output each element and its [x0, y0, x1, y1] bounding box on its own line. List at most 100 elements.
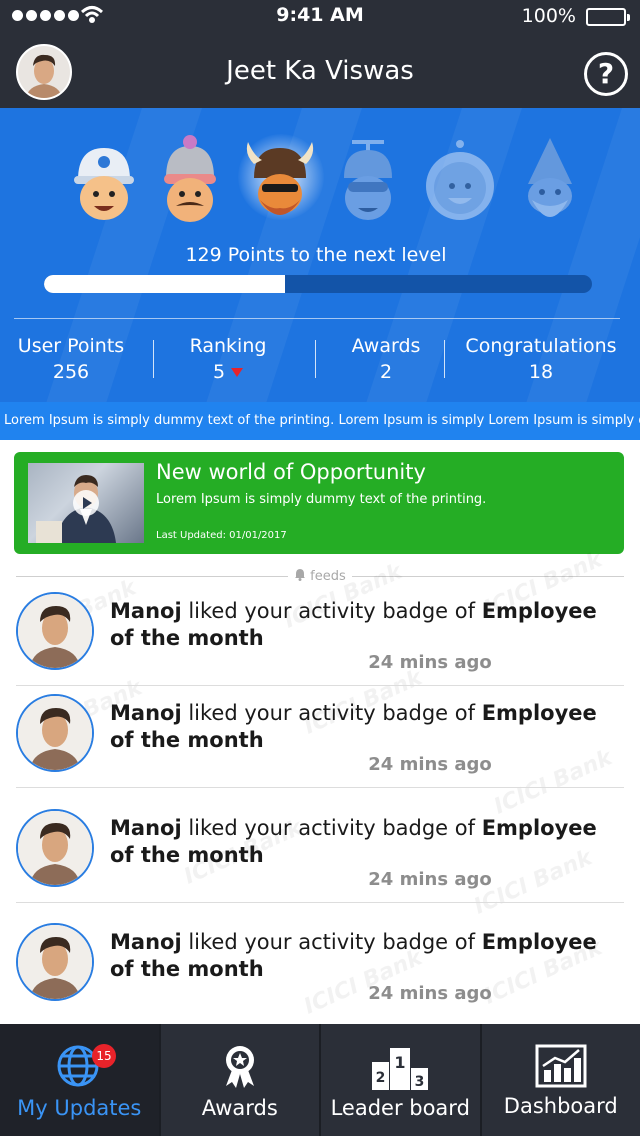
- stat-divider: [444, 340, 445, 378]
- status-bar: 9:41 AM 100%: [0, 0, 640, 34]
- feed-action: liked your activity badge of: [181, 930, 482, 954]
- feed-message: Manoj liked your activity badge of Emplo…: [110, 700, 620, 754]
- stat-awards[interactable]: Awards 2: [321, 335, 451, 383]
- feed-avatar[interactable]: [16, 592, 94, 670]
- feed-user: Manoj: [110, 701, 182, 725]
- feed-time: 24 mins ago: [368, 869, 492, 890]
- stat-label: Awards: [351, 335, 421, 357]
- feed-action: liked your activity badge of: [181, 816, 482, 840]
- stat-user-points[interactable]: User Points 256: [6, 335, 136, 383]
- tab-dashboard[interactable]: Dashboard: [479, 1024, 640, 1136]
- tab-my-updates[interactable]: 15 My Updates: [0, 1024, 159, 1136]
- banner-title: New world of Opportunity: [156, 460, 426, 484]
- feed-user: Manoj: [110, 930, 182, 954]
- feed-message: Manoj liked your activity badge of Emplo…: [110, 598, 620, 652]
- feed-action: liked your activity badge of: [181, 701, 482, 725]
- level-1-cap-face-icon[interactable]: [64, 134, 144, 230]
- stat-value: 2: [379, 361, 393, 383]
- feed-action: liked your activity badge of: [181, 599, 482, 623]
- stat-divider: [153, 340, 154, 378]
- app-header: 9:41 AM 100% Jeet Ka Viswas ?: [0, 0, 640, 108]
- panel-divider: [14, 318, 620, 319]
- award-ribbon-icon: [225, 1046, 254, 1088]
- person-photo-icon: [18, 811, 92, 885]
- level-2-beanie-face-icon[interactable]: [150, 134, 230, 230]
- bottom-navigation: 15 My Updates Awards 1 2 3 Leader board: [0, 1024, 640, 1136]
- level-avatars-row: [0, 134, 640, 230]
- feed-avatar[interactable]: [16, 923, 94, 1001]
- feed-divider: [16, 902, 624, 903]
- level-progress-bar: [44, 275, 592, 293]
- feed-badge-name: Employee: [481, 701, 597, 725]
- feed-user: Manoj: [110, 816, 182, 840]
- stat-value: 256: [52, 361, 90, 383]
- svg-text:3: 3: [415, 1074, 425, 1090]
- svg-text:2: 2: [376, 1070, 386, 1086]
- level-5-helmet-face-icon[interactable]: [420, 134, 500, 230]
- rank-down-arrow-icon: [231, 368, 244, 377]
- stat-label: Congratulations: [465, 335, 617, 357]
- feed-badge-name: Employee: [481, 599, 597, 623]
- help-button[interactable]: ?: [584, 52, 628, 96]
- ticker-text: Lorem Ipsum is simply dummy text of the …: [4, 413, 640, 428]
- level-panel: 129 Points to the next level User Points…: [0, 108, 640, 402]
- stat-congratulations[interactable]: Congratulations 18: [458, 335, 624, 383]
- tab-label: Leader board: [330, 1096, 470, 1120]
- feed-avatar[interactable]: [16, 809, 94, 887]
- feed-avatar[interactable]: [16, 694, 94, 772]
- points-to-next-level: 129 Points to the next level: [185, 244, 447, 266]
- bar-chart-icon: [535, 1044, 587, 1088]
- stat-divider: [315, 340, 316, 378]
- stat-value: 18: [528, 361, 554, 383]
- feed-divider: [16, 787, 624, 788]
- feed-badge-name-cont: of the month: [110, 626, 264, 650]
- feed-time: 24 mins ago: [368, 754, 492, 775]
- feed-badge-name-cont: of the month: [110, 843, 264, 867]
- stat-ranking[interactable]: Ranking 5: [163, 335, 293, 383]
- banner-description: Lorem Ipsum is simply dummy text of the …: [156, 492, 487, 507]
- bell-icon: [295, 569, 305, 581]
- banner-last-updated: Last Updated: 01/01/2017: [156, 530, 287, 541]
- feed-item[interactable]: Manoj liked your activity badge of Emplo…: [0, 805, 640, 915]
- opportunity-banner[interactable]: New world of Opportunity Lorem Ipsum is …: [14, 452, 624, 554]
- podium-icon: 1 2 3: [372, 1048, 429, 1090]
- feed-user: Manoj: [110, 599, 182, 623]
- feed-message: Manoj liked your activity badge of Emplo…: [110, 815, 620, 869]
- feed-badge-name-cont: of the month: [110, 957, 264, 981]
- stat-label: Ranking: [189, 335, 267, 357]
- feed-badge-name: Employee: [481, 930, 597, 954]
- feeds-heading: feeds: [288, 568, 352, 584]
- person-photo-icon: [18, 594, 92, 668]
- tab-label: Dashboard: [503, 1094, 618, 1118]
- help-question-icon: ?: [597, 57, 615, 90]
- feed-badge-name: Employee: [481, 816, 597, 840]
- tab-leader-board[interactable]: 1 2 3 Leader board: [319, 1024, 480, 1136]
- feed-time: 24 mins ago: [368, 652, 492, 673]
- svg-text:1: 1: [395, 1053, 406, 1072]
- stat-value: 5: [212, 361, 226, 383]
- play-icon[interactable]: [72, 489, 100, 517]
- notification-count-badge: 15: [92, 1044, 116, 1068]
- level-3-viking-face-icon[interactable]: [240, 134, 320, 230]
- stat-label: User Points: [17, 335, 125, 357]
- person-photo-icon: [18, 696, 92, 770]
- level-progress-fill: [44, 275, 286, 293]
- banner-video-thumbnail[interactable]: [28, 463, 144, 543]
- feed-item[interactable]: Manoj liked your activity badge of Emplo…: [0, 588, 640, 698]
- level-6-wizard-face-icon[interactable]: [510, 134, 590, 230]
- feeds-label: feeds: [310, 569, 346, 584]
- battery-percentage: 100%: [521, 5, 576, 27]
- person-photo-icon: [18, 925, 92, 999]
- feed-item[interactable]: Manoj liked your activity badge of Emplo…: [0, 690, 640, 800]
- feed-item[interactable]: Manoj liked your activity badge of Emplo…: [0, 919, 640, 1029]
- news-ticker[interactable]: Lorem Ipsum is simply dummy text of the …: [0, 402, 640, 440]
- feed-badge-name-cont: of the month: [110, 728, 264, 752]
- level-4-propeller-face-icon[interactable]: [328, 134, 408, 230]
- battery-icon: [586, 8, 630, 26]
- page-title: Jeet Ka Viswas: [226, 56, 414, 86]
- tab-label: Awards: [201, 1096, 278, 1120]
- feed-divider: [16, 685, 624, 686]
- tab-label: My Updates: [17, 1096, 142, 1120]
- feed-message: Manoj liked your activity badge of Emplo…: [110, 929, 620, 983]
- tab-awards[interactable]: Awards: [158, 1024, 320, 1136]
